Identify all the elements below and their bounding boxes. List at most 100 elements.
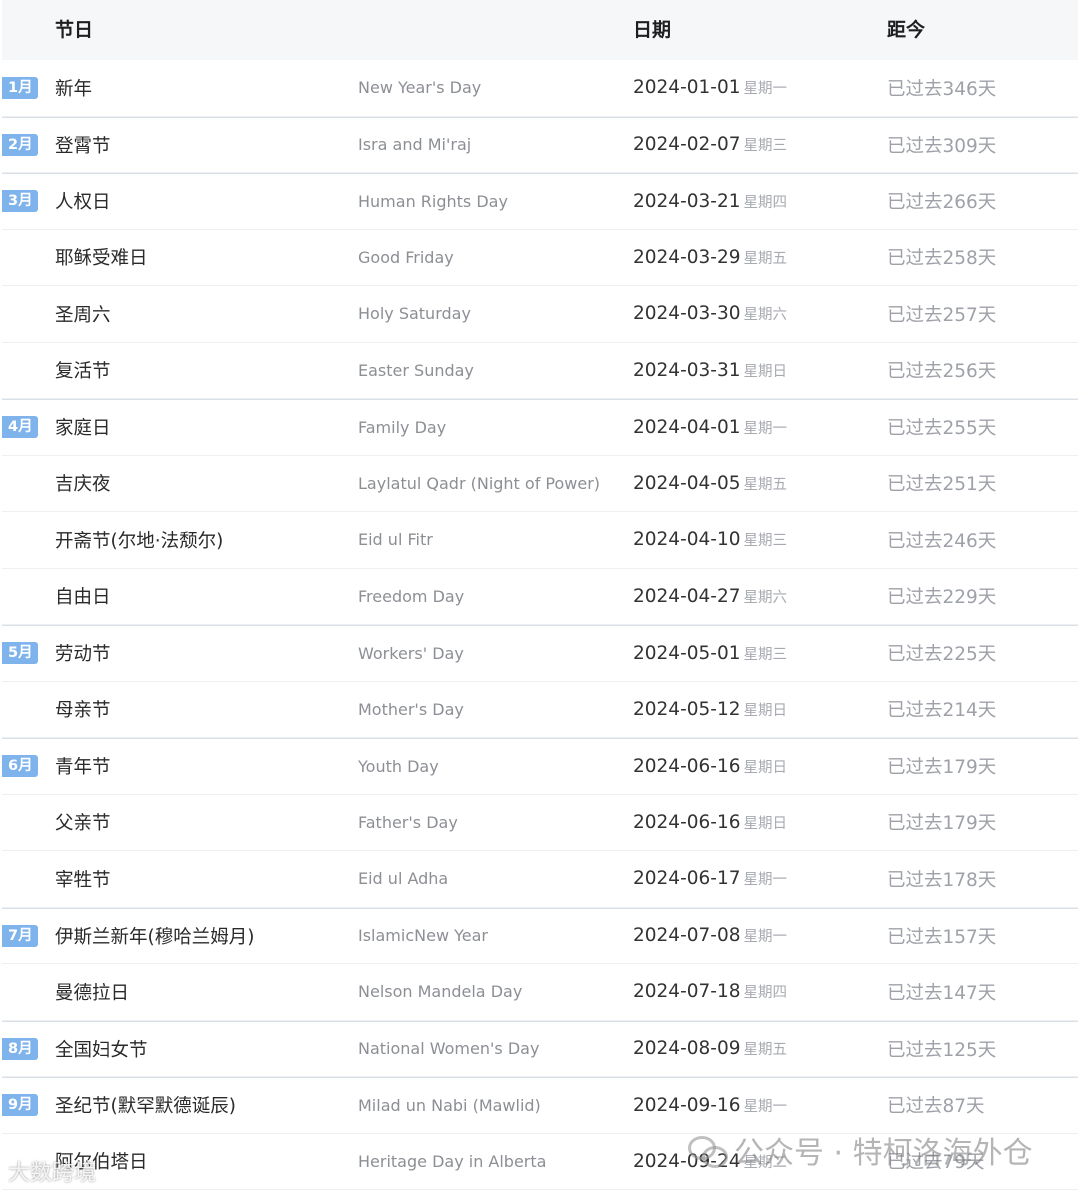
month-cell xyxy=(2,456,42,512)
holiday-english-name: Isra and Mi'raj xyxy=(358,135,472,155)
holiday-date: 2024-03-21 xyxy=(633,190,741,212)
holiday-weekday: 星期日 xyxy=(743,702,788,719)
holiday-english-name: Freedom Day xyxy=(358,586,465,606)
holiday-name: 伊斯兰新年(穆哈兰姆月) xyxy=(55,926,255,948)
holiday-weekday: 星期一 xyxy=(743,420,788,437)
holiday-name: 开斋节(尔地·法颓尔) xyxy=(55,530,224,552)
table-row: 5月 劳动节 Workers' Day 2024-05-01 星期三 已过去22… xyxy=(2,625,1078,682)
holiday-date-cell: 2024-06-17 星期一 xyxy=(633,851,873,907)
holiday-english-name: Youth Day xyxy=(358,756,439,776)
table-row: 8月 全国妇女节 National Women's Day 2024-08-09… xyxy=(2,1020,1078,1077)
holiday-distance: 已过去256天 xyxy=(887,361,997,383)
month-badge: 8月 xyxy=(2,1037,38,1060)
month-badge: 1月 xyxy=(2,76,38,99)
holiday-distance: 已过去266天 xyxy=(887,192,997,214)
holiday-date-cell: 2024-04-27 星期六 xyxy=(633,569,873,625)
holiday-date-cell: 2024-05-01 星期三 xyxy=(633,626,873,681)
table-row: 9月 圣纪节(默罕默德诞辰) Milad un Nabi (Mawlid) 20… xyxy=(2,1077,1078,1134)
watermark-text: 公众号 · 特柯洛海外仓 xyxy=(734,1136,1033,1171)
holiday-name: 家庭日 xyxy=(55,418,111,440)
holiday-date: 2024-07-08 xyxy=(633,925,741,947)
holiday-english-name: Eid ul Adha xyxy=(358,869,449,889)
holiday-weekday: 星期六 xyxy=(743,589,788,606)
month-cell xyxy=(2,230,42,286)
month-badge: 4月 xyxy=(2,416,38,439)
month-badge: 6月 xyxy=(2,755,38,778)
holiday-date-cell: 2024-06-16 星期日 xyxy=(633,795,873,851)
holiday-distance: 已过去251天 xyxy=(887,474,997,496)
holiday-weekday: 星期日 xyxy=(743,815,788,832)
holiday-english-name: Laylatul Qadr (Night of Power) xyxy=(358,473,601,493)
table-row: 自由日 Freedom Day 2024-04-27 星期六 已过去229天 xyxy=(2,569,1078,625)
holiday-date: 2024-03-30 xyxy=(633,303,741,325)
holiday-table: 节日 日期 距今 1月 新年 New Year's Day 2024-01-01… xyxy=(2,0,1078,1190)
holiday-weekday: 星期三 xyxy=(743,646,788,663)
holiday-distance: 已过去309天 xyxy=(887,135,997,157)
holiday-weekday: 星期三 xyxy=(743,138,788,155)
holiday-english-name: Nelson Mandela Day xyxy=(358,982,523,1002)
holiday-date: 2024-03-29 xyxy=(633,246,741,268)
holiday-weekday: 星期四 xyxy=(743,985,788,1002)
holiday-date: 2024-02-07 xyxy=(633,134,741,156)
month-cell xyxy=(2,964,42,1020)
holiday-name: 吉庆夜 xyxy=(55,474,111,496)
holiday-distance: 已过去179天 xyxy=(887,813,997,835)
holiday-date: 2024-01-01 xyxy=(633,77,741,99)
month-cell xyxy=(2,343,42,399)
month-cell: 5月 xyxy=(2,626,42,681)
month-cell: 3月 xyxy=(2,174,42,229)
corner-watermark: 大数跨境 xyxy=(8,1155,96,1187)
holiday-name: 自由日 xyxy=(55,587,111,609)
month-badge: 2月 xyxy=(2,133,38,156)
holiday-name: 曼德拉日 xyxy=(55,982,130,1004)
holiday-english-name: Human Rights Day xyxy=(358,191,508,211)
table-row: 宰牲节 Eid ul Adha 2024-06-17 星期一 已过去178天 xyxy=(2,851,1078,908)
holiday-weekday: 星期三 xyxy=(743,533,788,550)
holiday-date: 2024-04-10 xyxy=(633,529,741,551)
holiday-english-name: National Women's Day xyxy=(358,1039,540,1059)
holiday-date-cell: 2024-09-16 星期一 xyxy=(633,1078,873,1133)
holiday-english-name: Father's Day xyxy=(358,812,458,832)
holiday-date-cell: 2024-04-05 星期五 xyxy=(633,456,873,512)
holiday-weekday: 星期日 xyxy=(743,759,788,776)
table-body: 1月 新年 New Year's Day 2024-01-01 星期一 已过去3… xyxy=(2,60,1078,1190)
month-cell xyxy=(2,512,42,568)
holiday-date-cell: 2024-04-01 星期一 xyxy=(633,400,873,455)
holiday-weekday: 星期一 xyxy=(743,872,788,889)
holiday-name: 宰牲节 xyxy=(55,869,111,891)
holiday-name: 登霄节 xyxy=(55,135,111,157)
holiday-weekday: 星期一 xyxy=(743,929,788,946)
month-cell xyxy=(2,286,42,342)
holiday-weekday: 星期日 xyxy=(743,363,788,380)
holiday-distance: 已过去214天 xyxy=(887,700,997,722)
holiday-english-name: New Year's Day xyxy=(358,78,482,98)
holiday-weekday: 星期五 xyxy=(743,250,788,267)
holiday-distance: 已过去87天 xyxy=(887,1096,985,1118)
wechat-icon xyxy=(688,1134,728,1168)
month-cell xyxy=(2,569,42,625)
holiday-date-cell: 2024-02-07 星期三 xyxy=(633,118,873,173)
month-cell: 7月 xyxy=(2,909,42,964)
month-cell xyxy=(2,851,42,907)
month-cell xyxy=(2,795,42,851)
holiday-date-cell: 2024-03-21 星期四 xyxy=(633,174,873,229)
table-row: 3月 人权日 Human Rights Day 2024-03-21 星期四 已… xyxy=(2,173,1078,230)
holiday-name: 新年 xyxy=(55,78,93,100)
month-badge: 3月 xyxy=(2,190,38,213)
holiday-name: 父亲节 xyxy=(55,813,111,835)
holiday-english-name: IslamicNew Year xyxy=(358,926,488,946)
holiday-name: 母亲节 xyxy=(55,700,111,722)
month-badge: 9月 xyxy=(2,1094,38,1117)
holiday-date-cell: 2024-08-09 星期五 xyxy=(633,1022,873,1077)
holiday-date: 2024-07-18 xyxy=(633,981,741,1003)
holiday-date: 2024-03-31 xyxy=(633,359,741,381)
holiday-english-name: Family Day xyxy=(358,417,447,437)
holiday-date-cell: 2024-07-18 星期四 xyxy=(633,964,873,1020)
holiday-date: 2024-05-01 xyxy=(633,642,741,664)
holiday-date-cell: 2024-03-30 星期六 xyxy=(633,286,873,342)
table-row: 7月 伊斯兰新年(穆哈兰姆月) IslamicNew Year 2024-07-… xyxy=(2,907,1078,964)
holiday-english-name: Good Friday xyxy=(358,247,454,267)
month-cell: 8月 xyxy=(2,1022,42,1077)
holiday-english-name: Milad un Nabi (Mawlid) xyxy=(358,1095,541,1115)
holiday-weekday: 星期一 xyxy=(743,81,788,98)
